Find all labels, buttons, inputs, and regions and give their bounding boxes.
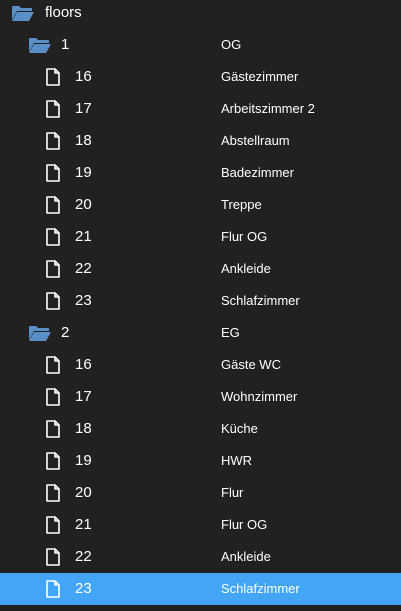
file-icon	[46, 228, 60, 246]
tree-leaf-value: HWR	[221, 453, 253, 468]
tree-leaf-value: Treppe	[221, 197, 262, 212]
file-icon	[46, 548, 60, 566]
tree-leaf-key: 17	[75, 100, 92, 117]
tree-leaf-key: 20	[75, 484, 92, 501]
tree-leaf-value: Ankleide	[221, 261, 271, 276]
tree-leaf-key: 21	[75, 516, 92, 533]
tree-leaf-key: 16	[75, 68, 92, 85]
tree-leaf-value: Wohnzimmer	[221, 389, 298, 404]
tree-leaf[interactable]: 22 Ankleide	[0, 253, 401, 285]
tree-leaf-value: Ankleide	[221, 549, 271, 564]
file-icon	[46, 484, 60, 502]
file-icon	[46, 164, 60, 182]
tree-leaf[interactable]: 17 Wohnzimmer	[0, 381, 401, 413]
file-icon	[46, 100, 60, 118]
folder-open-icon	[28, 325, 52, 342]
tree-leaf-key: 18	[75, 420, 92, 437]
tree-leaf[interactable]: 17 Arbeitszimmer 2	[0, 93, 401, 125]
file-icon	[46, 452, 60, 470]
tree-leaf[interactable]: 22 Ankleide	[0, 541, 401, 573]
folder-open-icon	[28, 37, 52, 54]
file-icon	[46, 420, 60, 438]
tree-leaf[interactable]: 21 Flur OG	[0, 221, 401, 253]
tree-leaf[interactable]: 18 Küche	[0, 413, 401, 445]
tree-leaf-key: 19	[75, 452, 92, 469]
tree-leaf-key: 22	[75, 548, 92, 565]
tree-leaf[interactable]: 19 HWR	[0, 445, 401, 477]
tree-node-group[interactable]: 2 EG	[0, 317, 401, 349]
tree-leaf[interactable]: 16 Gäste WC	[0, 349, 401, 381]
file-icon	[46, 356, 60, 374]
tree-leaf[interactable]: 21 Flur OG	[0, 509, 401, 541]
file-icon	[46, 580, 60, 598]
folder-open-icon	[11, 5, 35, 22]
tree-leaf-key: 22	[75, 260, 92, 277]
file-icon	[46, 292, 60, 310]
tree-leaf[interactable]: 18 Abstellraum	[0, 125, 401, 157]
tree-node-value: OG	[221, 37, 242, 52]
tree-leaf-value: Küche	[221, 421, 258, 436]
tree-leaf[interactable]: 16 Gästezimmer	[0, 61, 401, 93]
tree-leaf-key: 19	[75, 164, 92, 181]
file-icon	[46, 196, 60, 214]
file-icon	[46, 516, 60, 534]
tree-leaf-value: Gästezimmer	[221, 69, 299, 84]
file-icon	[46, 132, 60, 150]
tree-leaf-value: Arbeitszimmer 2	[221, 101, 315, 116]
tree-leaf-value: Schlafzimmer	[221, 581, 300, 596]
tree-leaf-value: Schlafzimmer	[221, 293, 300, 308]
tree-leaf-value: Flur	[221, 485, 244, 500]
tree-leaf[interactable]: 23 Schlafzimmer	[0, 285, 401, 317]
tree-leaf-selected[interactable]: 23 Schlafzimmer	[0, 573, 401, 605]
file-icon	[46, 388, 60, 406]
tree-node-key: 2	[61, 324, 70, 341]
tree-leaf[interactable]: 19 Badezimmer	[0, 157, 401, 189]
tree-leaf-value: Flur OG	[221, 229, 268, 244]
tree-node-floors[interactable]: floors	[0, 0, 401, 29]
file-icon	[30, 606, 44, 611]
tree-leaf-key: 16	[75, 356, 92, 373]
file-icon	[46, 260, 60, 278]
tree-leaf-key: 17	[75, 388, 92, 405]
tree-leaf-key: 23	[75, 292, 92, 309]
tree-node-label: floors	[45, 4, 82, 21]
tree-leaf-key: 23	[75, 580, 92, 597]
tree-leaf-value: Badezimmer	[221, 165, 294, 180]
tree-leaf-value: Gäste WC	[221, 357, 281, 372]
tree-node-key: 1	[61, 36, 70, 53]
tree-leaf-value: Abstellraum	[221, 133, 290, 148]
file-icon	[46, 68, 60, 86]
tree-leaf[interactable]: 20 Treppe	[0, 189, 401, 221]
tree-leaf-key: 18	[75, 132, 92, 149]
tree-node-value: EG	[221, 325, 240, 340]
json-tree: floors 1 OG 16 Gästezimmer 17 Arbeitszim…	[0, 0, 401, 611]
tree-leaf-value: Flur OG	[221, 517, 268, 532]
tree-leaf-key: 21	[75, 228, 92, 245]
tree-leaf-key: 20	[75, 196, 92, 213]
tree-node-group[interactable]: 1 OG	[0, 29, 401, 61]
tree-leaf[interactable]: 20 Flur	[0, 477, 401, 509]
